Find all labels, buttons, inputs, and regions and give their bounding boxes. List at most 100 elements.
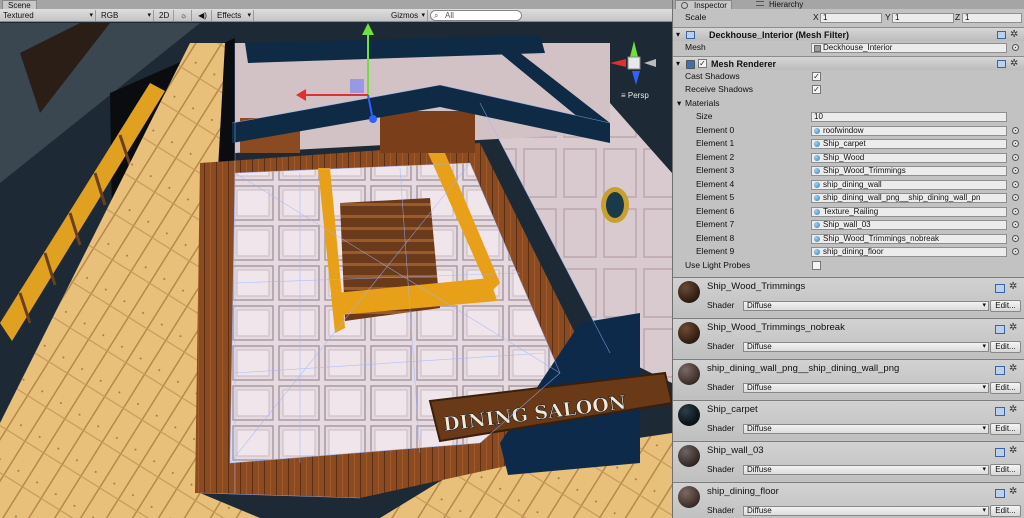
material-preview-ball [678, 404, 700, 426]
gear-icon[interactable]: ✲ [1009, 322, 1017, 334]
object-picker-icon[interactable] [1012, 127, 1019, 134]
object-picker-icon[interactable] [1012, 221, 1019, 228]
gear-icon[interactable]: ✲ [1009, 486, 1017, 498]
scene-audio-button[interactable]: ◀) [194, 10, 212, 21]
gizmos-label: Gizmos [391, 11, 419, 20]
fold-arrow-icon[interactable]: ▾ [676, 28, 680, 42]
object-picker-icon[interactable] [1012, 44, 1019, 51]
gizmos-dropdown[interactable]: Gizmos [388, 10, 428, 21]
render-mode-dropdown[interactable]: Textured [0, 10, 96, 21]
mesh-field[interactable]: Deckhouse_Interior [811, 43, 1007, 53]
help-book-icon[interactable] [995, 325, 1005, 334]
color-mode-dropdown[interactable]: RGB [98, 10, 154, 21]
element-field[interactable]: Ship_Wood [811, 153, 1007, 163]
inspector-panel: Inspector Hierarchy Scale X 1 Y 1 Z 1 ▾ … [672, 0, 1024, 518]
element-field[interactable]: Ship_wall_03 [811, 220, 1007, 230]
fold-arrow-icon[interactable]: ▾ [677, 97, 681, 110]
materials-size-field[interactable]: 10 [811, 112, 1007, 122]
scene-view[interactable]: Scene Textured RGB 2D ☼ ◀) Effects Gizmo… [0, 0, 672, 518]
scale-y-field[interactable]: 1 [892, 13, 954, 23]
edit-shader-button[interactable]: Edit... [990, 300, 1021, 312]
object-picker-icon[interactable] [1012, 208, 1019, 215]
persp-label[interactable]: Persp [621, 91, 649, 100]
shader-label: Shader [707, 382, 735, 392]
object-picker-icon[interactable] [1012, 140, 1019, 147]
element-field[interactable]: Ship_Wood_Trimmings [811, 166, 1007, 176]
element-field[interactable]: ship_dining_wall [811, 180, 1007, 190]
fold-arrow-icon[interactable]: ▾ [676, 57, 680, 71]
materials-label: Materials [685, 98, 720, 108]
help-book-icon[interactable] [997, 60, 1006, 68]
edit-shader-button[interactable]: Edit... [990, 341, 1021, 353]
material-element-row: Element 3 Ship_Wood_Trimmings [673, 164, 1024, 177]
shader-label: Shader [707, 505, 735, 515]
scale-z-field[interactable]: 1 [962, 13, 1022, 23]
shader-dropdown[interactable]: Diffuse [743, 301, 989, 311]
shader-dropdown[interactable]: Diffuse [743, 424, 989, 434]
element-field[interactable]: ship_dining_floor [811, 247, 1007, 257]
help-book-icon[interactable] [995, 407, 1005, 416]
element-field[interactable]: roofwindow [811, 126, 1007, 136]
element-field[interactable]: ship_dining_wall_png__ship_dining_wall_p… [811, 193, 1007, 203]
sun-icon: ☼ [179, 11, 188, 20]
scene-viewport[interactable]: DINING SALOON [0, 23, 672, 518]
object-picker-icon[interactable] [1012, 248, 1019, 255]
element-label: Element 8 [696, 233, 735, 243]
edit-shader-button[interactable]: Edit... [990, 423, 1021, 435]
help-book-icon[interactable] [995, 448, 1005, 457]
element-field[interactable]: Ship_Wood_Trimmings_nobreak [811, 234, 1007, 244]
receive-shadows-checkbox[interactable]: ✓ [812, 85, 821, 94]
light-probes-checkbox[interactable] [812, 261, 821, 270]
shader-dropdown[interactable]: Diffuse [743, 465, 989, 475]
element-label: Element 2 [696, 152, 735, 162]
edit-shader-button[interactable]: Edit... [990, 464, 1021, 476]
help-book-icon[interactable] [995, 489, 1005, 498]
element-label: Element 5 [696, 192, 735, 202]
object-picker-icon[interactable] [1012, 154, 1019, 161]
scale-x-field[interactable]: 1 [820, 13, 882, 23]
mode-2d-label: 2D [159, 11, 170, 20]
shader-label: Shader [707, 423, 735, 433]
scale-label: Scale [685, 12, 707, 22]
object-picker-icon[interactable] [1012, 167, 1019, 174]
object-picker-icon[interactable] [1012, 235, 1019, 242]
materials-foldout[interactable]: ▾ Materials [673, 97, 1024, 110]
shader-dropdown[interactable]: Diffuse [743, 342, 989, 352]
scene-lighting-button[interactable]: ☼ [176, 10, 192, 21]
mode-2d-button[interactable]: 2D [156, 10, 174, 21]
edit-shader-button[interactable]: Edit... [990, 382, 1021, 394]
object-picker-icon[interactable] [1012, 194, 1019, 201]
help-book-icon[interactable] [997, 31, 1006, 39]
cast-shadows-checkbox[interactable]: ✓ [812, 72, 821, 81]
element-field[interactable]: Ship_carpet [811, 139, 1007, 149]
gear-icon[interactable]: ✲ [1009, 404, 1017, 416]
mesh-renderer-header[interactable]: ▾ ✓ Mesh Renderer ✲ [673, 56, 1024, 70]
inspector-tab-strip: Inspector Hierarchy [673, 0, 1024, 10]
element-label: Element 0 [696, 125, 735, 135]
element-label: Element 6 [696, 206, 735, 216]
effects-label: Effects [217, 11, 242, 20]
help-book-icon[interactable] [995, 366, 1005, 375]
element-field[interactable]: Texture_Railing [811, 207, 1007, 217]
element-label: Element 1 [696, 138, 735, 148]
mesh-filter-header[interactable]: ▾ Deckhouse_Interior (Mesh Filter) ✲ [673, 27, 1024, 41]
object-picker-icon[interactable] [1012, 181, 1019, 188]
effects-dropdown[interactable]: Effects [214, 10, 254, 21]
gear-icon[interactable]: ✲ [1009, 445, 1017, 457]
shader-dropdown[interactable]: Diffuse [743, 506, 989, 516]
tab-hierarchy[interactable]: Hierarchy [751, 0, 807, 9]
material-element-row: Element 9 ship_dining_floor [673, 245, 1024, 258]
gear-icon[interactable]: ✲ [1010, 29, 1018, 41]
help-book-icon[interactable] [995, 284, 1005, 293]
mesh-renderer-enabled-checkbox[interactable]: ✓ [698, 59, 707, 68]
gear-icon[interactable]: ✲ [1009, 281, 1017, 293]
shader-dropdown[interactable]: Diffuse [743, 383, 989, 393]
tab-inspector[interactable]: Inspector [675, 0, 732, 10]
gear-icon[interactable]: ✲ [1009, 363, 1017, 375]
gear-icon[interactable]: ✲ [1010, 58, 1018, 70]
material-panel: ship_dining_floor ✲ Shader Diffuse Edit.… [673, 482, 1024, 518]
edit-shader-button[interactable]: Edit... [990, 505, 1021, 517]
tab-scene[interactable]: Scene [2, 0, 37, 10]
scene-search-input[interactable]: ⌕ All [430, 10, 522, 21]
materials-size-label: Size [696, 111, 713, 121]
